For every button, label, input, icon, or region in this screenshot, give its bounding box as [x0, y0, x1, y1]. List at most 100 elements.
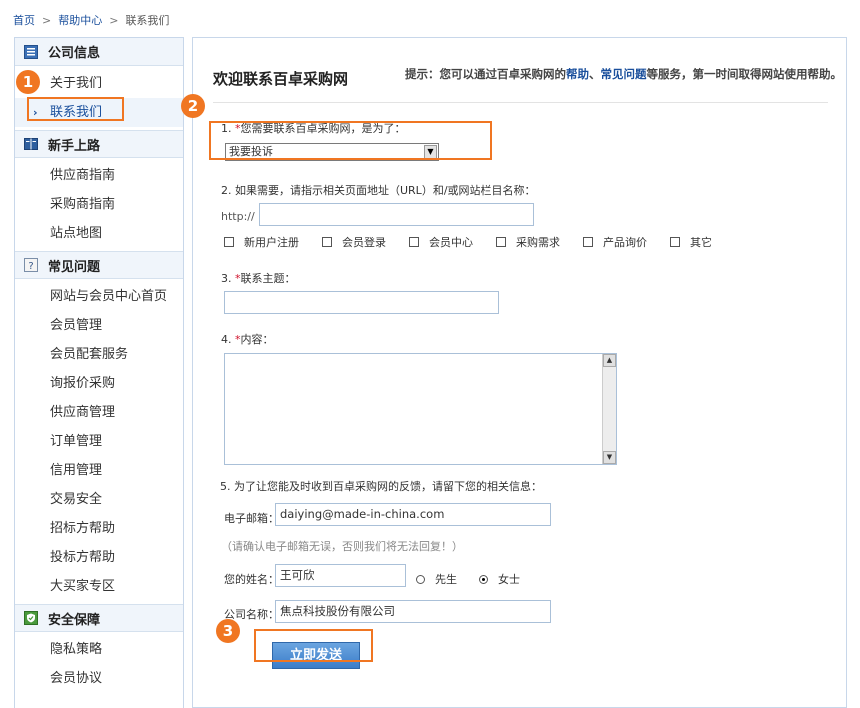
gender-radio-group: 先生 女士	[416, 571, 542, 587]
content-textarea[interactable]: ▲ ▼	[224, 353, 617, 465]
sidebar-item-tender-help[interactable]: 招标方帮助	[15, 514, 183, 543]
sidebar-item-buyer-guide[interactable]: 采购商指南	[15, 190, 183, 219]
name-label: 您的姓名：	[224, 573, 279, 586]
sidebar-item-inquiry[interactable]: 询报价采购	[15, 369, 183, 398]
callout-highlight-select	[209, 121, 492, 160]
sidebar-item-big-buyer[interactable]: 大买家专区	[15, 572, 183, 601]
hint-prefix: 提示：您可以通过百卓采购网的	[405, 67, 566, 81]
sidebar-item-member-services[interactable]: 会员配套服务	[15, 340, 183, 369]
question-icon: ?	[24, 258, 38, 272]
sidebar-item-bidder-help[interactable]: 投标方帮助	[15, 543, 183, 572]
radio-male[interactable]: 先生	[416, 571, 457, 587]
callout-highlight-contact	[27, 97, 124, 121]
sidebar-section-title: 新手上路	[48, 138, 101, 154]
checkbox-label: 其它	[690, 236, 712, 249]
sidebar-item-privacy[interactable]: 隐私策略	[15, 635, 183, 664]
question-2-label: 2. 如果需要，请指示相关页面地址（URL）和/或网站栏目名称：	[221, 184, 536, 197]
svg-text:?: ?	[28, 261, 33, 272]
question-3-label: 3. *联系主题：	[221, 270, 296, 286]
sidebar-section-security: 安全保障 隐私策略 会员协议	[15, 604, 183, 696]
email-input[interactable]: daiying@made-in-china.com	[275, 503, 551, 526]
checkbox[interactable]	[322, 237, 332, 247]
email-label: 电子邮箱：	[224, 512, 279, 525]
sidebar-section-header: 公司信息	[15, 38, 183, 66]
question-number: 3.	[221, 272, 232, 285]
checkbox-label: 采购需求	[516, 236, 560, 249]
question-5-label: 5. 为了让您能及时收到百卓采购网的反馈，请留下您的相关信息：	[220, 480, 542, 493]
scroll-down-icon[interactable]: ▼	[603, 451, 616, 464]
subject-input[interactable]	[224, 291, 499, 314]
sidebar-item-supplier-mgmt[interactable]: 供应商管理	[15, 398, 183, 427]
checkbox-label: 会员中心	[429, 236, 473, 249]
hint-suffix: 等服务，第一时间取得网站使用帮助。	[646, 67, 843, 81]
question-text: 内容：	[240, 333, 274, 346]
checkbox-label: 产品询价	[603, 236, 647, 249]
checkbox-login[interactable]: 会员登录	[322, 234, 386, 250]
sidebar-item-order-mgmt[interactable]: 订单管理	[15, 427, 183, 456]
faq-link[interactable]: 常见问题	[601, 67, 647, 81]
help-hint: 提示：您可以通过百卓采购网的帮助、常见问题等服务，第一时间取得网站使用帮助。	[405, 66, 842, 82]
sidebar-item-about[interactable]: 关于我们	[15, 69, 183, 98]
page-category-checkboxes: 新用户注册 会员登录 会员中心 采购需求 产品询价 其它	[224, 234, 735, 250]
url-prefix: http://	[221, 210, 255, 223]
help-link[interactable]: 帮助	[566, 67, 589, 81]
checkbox-label: 会员登录	[342, 236, 386, 249]
callout-badge-1: 1	[16, 70, 40, 94]
radio-label: 先生	[435, 573, 457, 586]
page-title: 欢迎联系百卓采购网	[213, 70, 349, 88]
url-input[interactable]	[259, 203, 534, 226]
checkbox-other[interactable]: 其它	[670, 234, 712, 250]
book-icon	[24, 137, 38, 151]
hint-separator: 、	[589, 67, 601, 81]
sidebar-item-sitemap[interactable]: 站点地图	[15, 219, 183, 248]
checkbox-new-user[interactable]: 新用户注册	[224, 234, 299, 250]
breadcrumb-current: 联系我们	[125, 14, 170, 27]
checkbox[interactable]	[496, 237, 506, 247]
breadcrumb-separator: >	[42, 14, 52, 27]
sidebar-item-agreement[interactable]: 会员协议	[15, 664, 183, 693]
callout-badge-3: 3	[216, 619, 240, 643]
question-4-label: 4. *内容：	[221, 331, 274, 347]
breadcrumb-home-link[interactable]: 首页	[13, 14, 35, 27]
checkbox-label: 新用户注册	[244, 236, 299, 249]
callout-badge-2: 2	[181, 94, 205, 118]
sidebar: 公司信息 关于我们 › 联系我们 新手上路 供应商指南 采购商指南 站点地图 ? …	[14, 37, 184, 708]
scroll-up-icon[interactable]: ▲	[603, 354, 616, 367]
sidebar-section-faq: ? 常见问题 网站与会员中心首页 会员管理 会员配套服务 询报价采购 供应商管理…	[15, 251, 183, 604]
sidebar-item-trade-safety[interactable]: 交易安全	[15, 485, 183, 514]
checkbox[interactable]	[583, 237, 593, 247]
breadcrumb-separator: >	[109, 14, 119, 27]
radio-button[interactable]	[416, 574, 425, 584]
checkbox-member-center[interactable]: 会员中心	[409, 234, 473, 250]
checkbox[interactable]	[409, 237, 419, 247]
email-note: （请确认电子邮箱无误，否则我们将无法回复！）	[221, 540, 463, 553]
radio-label: 女士	[498, 573, 520, 586]
checkbox-purchase[interactable]: 采购需求	[496, 234, 560, 250]
name-input[interactable]: 王可欣	[275, 564, 406, 587]
sidebar-section-title: 公司信息	[48, 46, 101, 61]
breadcrumb-help-link[interactable]: 帮助中心	[58, 14, 102, 27]
radio-button[interactable]	[479, 574, 488, 584]
sidebar-item-credit-mgmt[interactable]: 信用管理	[15, 456, 183, 485]
radio-female[interactable]: 女士	[479, 571, 520, 587]
sidebar-item-member-mgmt[interactable]: 会员管理	[15, 311, 183, 340]
breadcrumb: 首页 > 帮助中心 > 联系我们	[13, 12, 169, 28]
sidebar-section-title: 常见问题	[48, 259, 101, 275]
question-text: 联系主题：	[240, 272, 296, 285]
divider	[213, 102, 828, 103]
checkbox-inquiry[interactable]: 产品询价	[583, 234, 647, 250]
company-info-icon	[24, 44, 38, 59]
shield-icon	[24, 611, 38, 625]
sidebar-item-site-home[interactable]: 网站与会员中心首页	[15, 282, 183, 311]
sidebar-item-supplier-guide[interactable]: 供应商指南	[15, 161, 183, 190]
checkbox[interactable]	[670, 237, 680, 247]
sidebar-section-title: 安全保障	[48, 612, 101, 628]
question-number: 4.	[221, 333, 232, 346]
checkbox[interactable]	[224, 237, 234, 247]
callout-highlight-submit	[254, 629, 373, 662]
sidebar-section-header: 新手上路	[15, 130, 183, 158]
company-input[interactable]: 焦点科技股份有限公司	[275, 600, 551, 623]
sidebar-section-header: ? 常见问题	[15, 251, 183, 279]
sidebar-section-header: 安全保障	[15, 604, 183, 632]
scrollbar[interactable]: ▲ ▼	[602, 354, 616, 464]
